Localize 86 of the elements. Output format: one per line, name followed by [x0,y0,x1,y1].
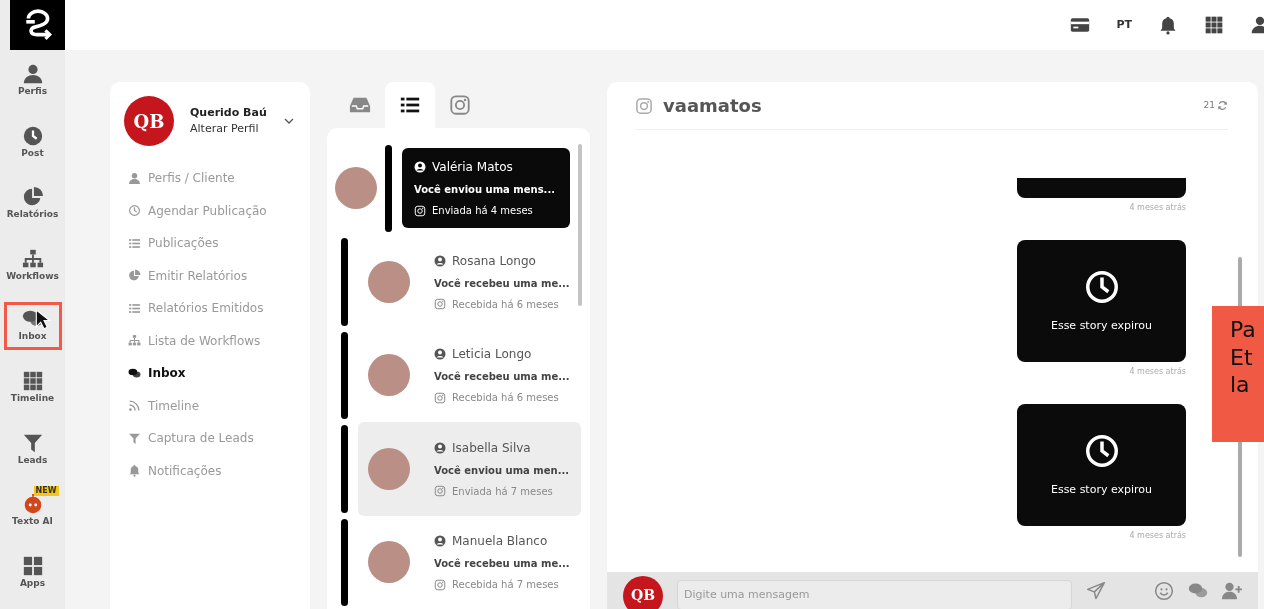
camera-icon [434,298,446,311]
message-status: Recebida há 6 meses [452,391,559,406]
message-preview: Você enviou uma mens... [414,183,556,198]
chat-bubbles-icon [128,366,141,380]
hierarchy-icon [21,247,44,270]
hierarchy-icon [128,334,141,348]
message-preview: Você enviou uma men... [434,463,570,478]
camera-icon [635,96,653,115]
clock-icon [21,124,44,147]
story-expired-text: Esse story expirou [1050,481,1153,498]
profile-avatar: QB [124,96,174,146]
message-preview: Você recebeu uma me... [434,276,570,291]
avatar-photo-placeholder [368,260,410,303]
contact-name: Rosana Longo [452,252,536,270]
contact-name: Leticia Longo [452,346,532,364]
conversation-item[interactable]: Rosana Longo Você recebeu uma me... Recebida há 6 meses [327,235,590,329]
rail-item[interactable]: Workflows [2,234,63,296]
camera-icon [434,578,446,591]
message-input[interactable]: Digite uma mensagem [677,579,1072,609]
list-tab[interactable] [385,82,435,128]
camera-icon [414,204,426,217]
add-person-icon [1222,580,1242,601]
message-time: 4 meses atrás [1129,530,1186,542]
list-icon [128,236,141,250]
change-profile-link[interactable]: Alterar Perfil [190,121,267,138]
rail-item[interactable]: Post [2,111,63,173]
credit-card-icon [1070,15,1091,35]
person-icon [434,535,446,548]
refresh-icon [1217,100,1228,111]
list-icon [128,301,141,315]
rail-item[interactable]: Leads [2,418,63,480]
grid-icon [1204,15,1224,35]
message-status: Recebida há 7 meses [452,578,559,593]
pie-chart-icon [128,269,141,283]
person-icon [434,348,446,361]
send-icon [1086,580,1106,601]
camera-icon [449,93,471,116]
rail-item[interactable]: NEW Texto AI [2,480,63,542]
profile-name: Querido Baú [190,104,267,121]
conversation-item[interactable]: Leticia Longo Você recebeu uma me... Recebida há 6 meses [327,328,590,422]
funnel-icon [128,431,141,445]
rail-item[interactable]: Timeline [2,357,63,419]
message-preview: Você recebeu uma me... [434,370,570,385]
user-avatar: QB [623,575,663,609]
person-icon [128,171,141,185]
new-badge: NEW [33,486,59,496]
message-time: 4 meses atrás [1129,366,1186,378]
menu-item[interactable]: Inbox [124,357,296,390]
pie-chart-icon [21,186,44,208]
message-status: Recebida há 6 meses [452,297,559,312]
clock-icon [128,204,141,218]
story-expired-text: Esse story expirou [1050,317,1153,334]
avatar-photo-placeholder [368,354,410,397]
emoji-icon [1154,580,1174,601]
contact-name: Isabella Silva [452,439,531,457]
rail-item[interactable]: Relatórios [2,173,63,235]
person-icon [434,254,446,267]
rail-item[interactable]: Apps [2,541,63,603]
avatar-photo-placeholder [368,541,410,584]
rail-item[interactable]: Inbox [3,302,62,350]
grid-icon [21,370,44,392]
rail-item[interactable]: Perfis [2,50,63,112]
apps-icon [21,554,44,577]
message-preview: Você recebeu uma me... [434,557,570,572]
message-time: 4 meses atrás [1129,202,1186,214]
person-icon [414,161,426,174]
camera-icon [434,485,446,498]
notification-icon [128,464,141,478]
person-icon [434,441,446,454]
conversation-item[interactable]: Manuela Blanco Você recebeu uma me... Recebida há 7 meses [327,515,590,609]
chat-username: vaamatos [663,94,762,118]
message-count: 21 [1203,98,1215,112]
person-icon [1250,15,1264,35]
avatar-photo-placeholder [335,167,377,210]
message-status: Enviada há 4 meses [432,204,533,219]
camera-icon [434,391,446,404]
contact-name: Valéria Matos [432,159,513,177]
feed-icon [128,399,141,413]
notification-icon [1158,15,1178,35]
logo[interactable] [10,0,65,50]
message-status: Enviada há 7 meses [452,484,553,499]
caption-overlay: Pa Et la [1212,306,1264,442]
language-selector[interactable]: PT [1116,16,1132,34]
avatar-photo-placeholder [368,447,410,490]
contact-name: Manuela Blanco [452,533,548,551]
person-icon [21,63,44,85]
